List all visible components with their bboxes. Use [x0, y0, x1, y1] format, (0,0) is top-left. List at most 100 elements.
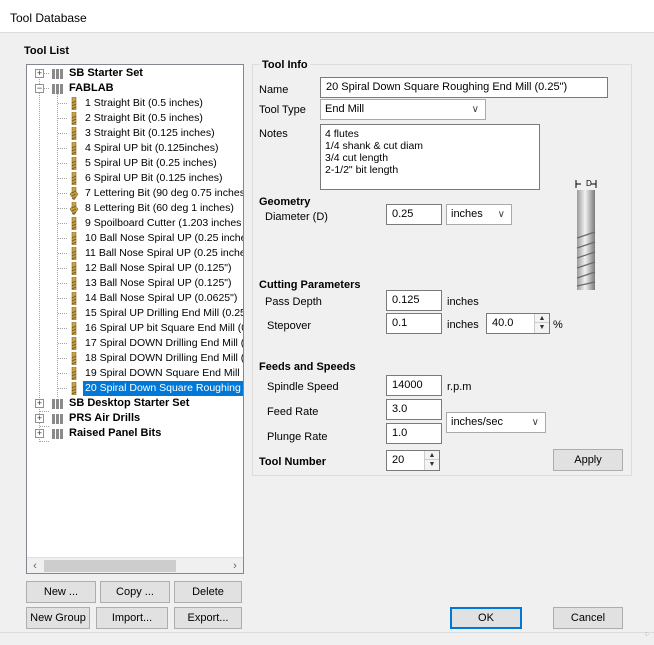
new-group-button[interactable]: New Group: [26, 607, 90, 629]
spindle-speed-unit: r.p.m: [447, 381, 472, 393]
tree-tool-label: 3 Straight Bit (0.125 inches): [85, 127, 215, 139]
tree-tool-item[interactable]: 7 Lettering Bit (90 deg 0.75 inches: [27, 186, 243, 201]
tree-tool-item[interactable]: 6 Spiral UP Bit (0.125 inches): [27, 171, 243, 186]
tool-name-input[interactable]: 20 Spiral Down Square Roughing End Mill …: [320, 77, 608, 98]
tree-tool-item[interactable]: 3 Straight Bit (0.125 inches): [27, 126, 243, 141]
export-button[interactable]: Export...: [174, 607, 242, 629]
scroll-right-icon[interactable]: ›: [227, 558, 243, 573]
plunge-rate-label: Plunge Rate: [267, 431, 328, 443]
end-mill-icon: [71, 382, 77, 395]
tree-tool-label: 4 Spiral UP bit (0.125inches): [85, 142, 219, 154]
tree-tool-item[interactable]: 8 Lettering Bit (60 deg 1 inches): [27, 201, 243, 216]
tree-tool-label: 1 Straight Bit (0.5 inches): [85, 97, 203, 109]
pass-depth-label: Pass Depth: [265, 296, 322, 308]
end-mill-icon: [71, 217, 77, 230]
tree-tool-item[interactable]: 19 Spiral DOWN Square End Mill ((: [27, 366, 243, 381]
end-mill-icon: [71, 142, 77, 155]
scroll-thumb[interactable]: [44, 560, 176, 572]
tree-tool-item[interactable]: 5 Spiral UP Bit (0.25 inches): [27, 156, 243, 171]
tree-group[interactable]: + PRS Air Drills: [27, 411, 243, 426]
cancel-button[interactable]: Cancel: [553, 607, 623, 629]
end-mill-icon: [71, 97, 77, 110]
diameter-input[interactable]: 0.25: [386, 204, 442, 225]
tool-number-input[interactable]: 20 ▲ ▼: [386, 450, 440, 471]
tool-group-icon: [52, 69, 63, 79]
tool-number-label: Tool Number: [259, 456, 327, 468]
stepover-input[interactable]: 0.1: [386, 313, 442, 334]
tree-tool-item[interactable]: 12 Ball Nose Spiral UP (0.125"): [27, 261, 243, 276]
tree-tool-item[interactable]: 14 Ball Nose Spiral UP (0.0625"): [27, 291, 243, 306]
cutting-parameters-heading: Cutting Parameters: [259, 279, 361, 291]
expand-icon[interactable]: +: [35, 414, 44, 423]
tree-tool-label: 20 Spiral Down Square Roughing E: [83, 381, 243, 396]
pass-depth-unit: inches: [447, 296, 479, 308]
spin-up-icon[interactable]: ▲: [425, 451, 439, 460]
end-mill-icon: [71, 337, 77, 350]
tree-tool-item[interactable]: 9 Spoilboard Cutter (1.203 inches: [27, 216, 243, 231]
tree-tool-item[interactable]: 1 Straight Bit (0.5 inches): [27, 96, 243, 111]
tree-tool-item[interactable]: 4 Spiral UP bit (0.125inches): [27, 141, 243, 156]
notes-textarea[interactable]: 4 flutes 1/4 shank & cut diam 3/4 cut le…: [320, 124, 540, 190]
end-mill-icon: [71, 292, 77, 305]
tree-tool-label: 2 Straight Bit (0.5 inches): [85, 112, 203, 124]
spindle-speed-input[interactable]: 14000: [386, 375, 442, 396]
tree-horizontal-scrollbar[interactable]: ‹ ›: [27, 557, 243, 573]
feed-rate-input[interactable]: 3.0: [386, 399, 442, 420]
import-button[interactable]: Import...: [96, 607, 168, 629]
tool-type-select[interactable]: End Mill ∨: [320, 99, 486, 120]
stepover-unit: inches: [447, 319, 479, 331]
tool-info-heading: Tool Info: [260, 59, 310, 71]
spin-down-icon[interactable]: ▼: [535, 323, 549, 332]
diameter-units-value: inches: [451, 208, 483, 220]
tree-tool-item[interactable]: 20 Spiral Down Square Roughing E: [27, 381, 243, 396]
diameter-units-select[interactable]: inches ∨: [446, 204, 512, 225]
new-tool-button[interactable]: New ...: [26, 581, 96, 603]
tool-group-icon: [52, 399, 63, 409]
expand-icon[interactable]: +: [35, 69, 44, 78]
spin-down-icon[interactable]: ▼: [425, 460, 439, 469]
tree-tool-item[interactable]: 13 Ball Nose Spiral UP (0.125"): [27, 276, 243, 291]
tree-group[interactable]: + SB Starter Set: [27, 66, 243, 81]
tree-group[interactable]: + Raised Panel Bits: [27, 426, 243, 441]
tree-group-label: SB Desktop Starter Set: [69, 397, 190, 409]
tree-tool-label: 16 Spiral UP bit Square End Mill (0: [85, 322, 244, 334]
copy-tool-button[interactable]: Copy ...: [100, 581, 170, 603]
notes-label: Notes: [259, 128, 288, 140]
tree-tool-label: 6 Spiral UP Bit (0.125 inches): [85, 172, 223, 184]
ok-button[interactable]: OK: [450, 607, 522, 629]
spin-up-icon[interactable]: ▲: [535, 314, 549, 323]
tree-tool-item[interactable]: 17 Spiral DOWN Drilling End Mill (0: [27, 336, 243, 351]
geometry-heading: Geometry: [259, 196, 311, 208]
plunge-rate-input[interactable]: 1.0: [386, 423, 442, 444]
end-mill-icon: [71, 232, 77, 245]
tree-tool-label: 7 Lettering Bit (90 deg 0.75 inches: [85, 187, 244, 199]
tree-tool-item[interactable]: 10 Ball Nose Spiral UP (0.25 inche: [27, 231, 243, 246]
tool-number-spinner[interactable]: ▲ ▼: [424, 451, 439, 470]
expand-icon[interactable]: +: [35, 429, 44, 438]
resize-grip-icon[interactable]: ⁘: [643, 630, 650, 639]
tree-tool-item[interactable]: 18 Spiral DOWN Drilling End Mill (.: [27, 351, 243, 366]
tree-tool-item[interactable]: 2 Straight Bit (0.5 inches): [27, 111, 243, 126]
rate-units-select[interactable]: inches/sec ∨: [446, 412, 546, 433]
scroll-left-icon[interactable]: ‹: [27, 558, 43, 573]
expand-icon[interactable]: +: [35, 399, 44, 408]
tree-tool-label: 19 Spiral DOWN Square End Mill ((: [85, 367, 244, 379]
tool-list-label: Tool List: [24, 45, 70, 57]
tree-group[interactable]: + SB Desktop Starter Set: [27, 396, 243, 411]
tool-tree[interactable]: + SB Starter Set − FABLAB 1 Straight Bit (0.…: [26, 64, 244, 574]
end-mill-icon: [71, 127, 77, 140]
tree-tool-item[interactable]: 16 Spiral UP bit Square End Mill (0: [27, 321, 243, 336]
apply-button[interactable]: Apply: [553, 449, 623, 471]
stepover-percent-spinner[interactable]: ▲ ▼: [534, 314, 549, 333]
collapse-icon[interactable]: −: [35, 84, 44, 93]
tree-tool-item[interactable]: 15 Spiral UP Drilling End Mill (0.25: [27, 306, 243, 321]
stepover-percent-input[interactable]: 40.0 ▲ ▼: [486, 313, 550, 334]
tree-group[interactable]: − FABLAB: [27, 81, 243, 96]
end-mill-icon: [71, 352, 77, 365]
tree-tool-label: 5 Spiral UP Bit (0.25 inches): [85, 157, 217, 169]
tree-tool-item[interactable]: 11 Ball Nose Spiral UP (0.25 inche: [27, 246, 243, 261]
pass-depth-input[interactable]: 0.125: [386, 290, 442, 311]
tree-group-label: PRS Air Drills: [69, 412, 141, 424]
delete-tool-button[interactable]: Delete: [174, 581, 242, 603]
tool-diagram: [575, 180, 597, 290]
